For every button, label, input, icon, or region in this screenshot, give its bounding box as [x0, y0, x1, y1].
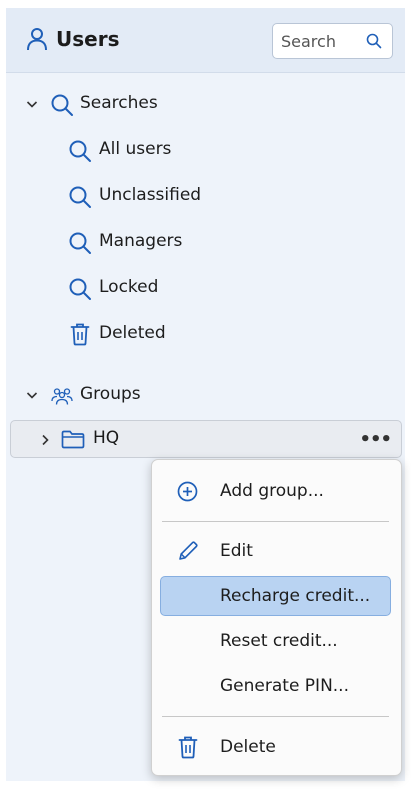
trash-icon [178, 736, 198, 759]
menu-item-label: Recharge credit... [220, 586, 371, 606]
tree-node-searches[interactable]: Searches [6, 89, 405, 119]
menu-item-delete[interactable]: Delete [160, 727, 391, 767]
menu-item-label: Edit [220, 541, 253, 561]
search-box[interactable] [272, 23, 393, 59]
menu-item-generate-pin[interactable]: Generate PIN... [160, 666, 391, 706]
tree-item-all-users[interactable]: All users [6, 135, 405, 165]
search-icon [69, 186, 91, 208]
menu-item-label: Reset credit... [220, 631, 338, 651]
menu-item-reset-credit[interactable]: Reset credit... [160, 621, 391, 661]
search-icon [69, 232, 91, 254]
plus-circle-icon [177, 481, 198, 502]
menu-item-label: Generate PIN... [220, 676, 349, 696]
folder-icon [61, 430, 85, 449]
tree-item-managers[interactable]: Managers [6, 227, 405, 257]
search-icon [69, 140, 91, 162]
menu-item-recharge-credit[interactable]: Recharge credit... [160, 576, 391, 616]
tree-item-unclassified[interactable]: Unclassified [6, 181, 405, 211]
tree-item-label: Locked [99, 277, 159, 297]
menu-item-add-group[interactable]: Add group... [160, 471, 391, 511]
chevron-down-icon[interactable] [26, 100, 38, 109]
search-icon [51, 94, 73, 116]
tree-node-label: Groups [80, 384, 141, 404]
search-icon[interactable] [366, 33, 382, 49]
tree-item-label: Managers [99, 231, 183, 251]
tree-node-groups[interactable]: Groups [6, 380, 405, 410]
tree-node-label: Searches [80, 93, 158, 113]
menu-item-edit[interactable]: Edit [160, 531, 391, 571]
tree-item-label: Deleted [99, 323, 166, 343]
tree-item-deleted[interactable]: Deleted [6, 319, 405, 349]
tree-item-locked[interactable]: Locked [6, 273, 405, 303]
menu-item-label: Delete [220, 737, 276, 757]
menu-item-label: Add group... [220, 481, 324, 501]
search-input[interactable] [281, 30, 363, 52]
chevron-right-icon[interactable] [41, 434, 50, 446]
tree-item-hq[interactable]: HQ ••• [10, 420, 402, 458]
menu-separator [162, 521, 389, 522]
tree-item-label: HQ [93, 428, 120, 448]
tree-item-label: All users [99, 139, 172, 159]
page-title: Users [56, 27, 120, 51]
more-options-icon[interactable]: ••• [359, 429, 392, 450]
pencil-icon [179, 541, 198, 560]
group-icon [51, 388, 73, 405]
panel-header: Users [6, 8, 405, 73]
context-menu: Add group... Edit Recharge credit... Res… [151, 459, 402, 776]
menu-separator [162, 716, 389, 717]
user-icon [27, 28, 47, 51]
tree-item-label: Unclassified [99, 185, 202, 205]
search-icon [69, 278, 91, 300]
trash-icon [70, 323, 90, 346]
chevron-down-icon[interactable] [26, 391, 38, 400]
